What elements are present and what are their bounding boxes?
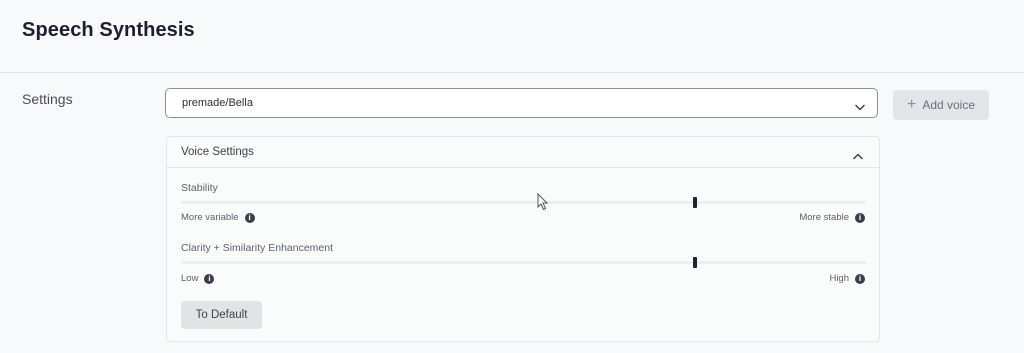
stability-max-hint: More stable i <box>799 212 865 223</box>
voice-settings-title: Voice Settings <box>181 146 254 158</box>
info-icon[interactable]: i <box>855 273 865 284</box>
plus-icon: + <box>906 95 917 113</box>
page-title: Speech Synthesis <box>22 19 195 41</box>
to-default-button[interactable]: To Default <box>181 301 262 329</box>
add-voice-button[interactable]: + Add voice <box>893 90 989 120</box>
page-header: Speech Synthesis <box>0 0 1024 73</box>
add-voice-label: Add voice <box>922 98 976 112</box>
settings-label: Settings <box>22 91 73 107</box>
stability-max-hint-label: More stable <box>799 212 849 223</box>
chevron-down-icon <box>855 98 865 116</box>
chevron-up-icon[interactable] <box>853 147 863 165</box>
clarity-slider[interactable] <box>181 257 866 268</box>
info-icon[interactable]: i <box>204 273 215 284</box>
clarity-label: Clarity + Similarity Enhancement <box>181 242 334 254</box>
mouse-cursor-icon <box>537 192 549 216</box>
stability-slider-thumb[interactable] <box>692 197 697 208</box>
clarity-min-hint-label: Low <box>181 273 199 284</box>
clarity-min-hint: Low i <box>181 273 215 284</box>
stability-min-hint-label: More variable <box>181 212 239 223</box>
info-icon[interactable]: i <box>244 212 255 223</box>
voice-select-value: premade/Bella <box>182 97 253 109</box>
clarity-max-hint-label: High <box>829 273 849 284</box>
voice-select[interactable]: premade/Bella <box>165 88 878 118</box>
voice-settings-panel: Voice Settings Stability More variable i… <box>166 136 880 342</box>
stability-slider[interactable] <box>181 197 866 208</box>
voice-settings-header[interactable]: Voice Settings <box>167 137 879 168</box>
info-icon[interactable]: i <box>855 212 865 223</box>
clarity-max-hint: High i <box>829 273 865 284</box>
stability-min-hint: More variable i <box>181 212 255 223</box>
stability-label: Stability <box>181 182 218 194</box>
clarity-slider-thumb[interactable] <box>692 257 697 268</box>
